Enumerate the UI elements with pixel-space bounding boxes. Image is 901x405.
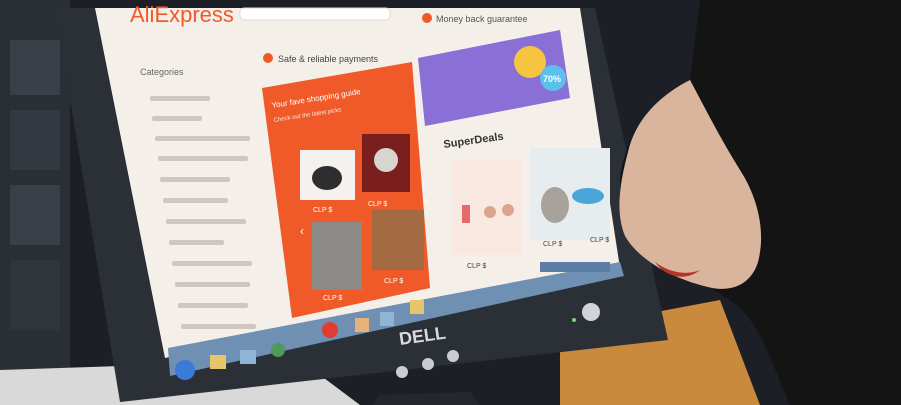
app-icon[interactable] <box>380 312 394 326</box>
watch-face <box>374 148 398 172</box>
system-tray <box>540 262 610 272</box>
cosmetic-jar <box>484 206 496 218</box>
sidebar-item <box>169 240 224 245</box>
app-icon[interactable] <box>410 300 424 314</box>
shield-icon <box>263 53 273 63</box>
left-shelf-block <box>10 110 60 170</box>
sidebar-item <box>166 219 246 224</box>
app-icon[interactable] <box>355 318 369 332</box>
cat-figure <box>541 187 569 223</box>
price-tag: CLP $ <box>368 201 387 208</box>
left-shelf-block <box>10 185 60 245</box>
price-tag: CLP $ <box>467 263 486 270</box>
sidebar-item <box>155 136 250 141</box>
sidebar-item <box>158 156 248 161</box>
shield-icon <box>422 13 432 23</box>
monitor-button[interactable] <box>447 350 459 362</box>
price-tag: CLP $ <box>590 237 609 244</box>
sidebar-item <box>163 198 228 203</box>
cosmetic-jar <box>502 204 514 216</box>
sidebar-item <box>178 303 248 308</box>
power-button[interactable] <box>582 303 600 321</box>
price-tag: CLP $ <box>313 207 332 214</box>
sidebar-title: Categories <box>140 67 184 77</box>
earbuds-case <box>312 166 342 190</box>
site-search-bar <box>239 7 391 21</box>
photo-scene: AliExpress Money back guarantee Categori… <box>0 0 901 405</box>
sidebar-item <box>152 116 202 121</box>
sidebar-item <box>181 324 256 329</box>
chevron-right-icon[interactable]: › <box>423 193 427 207</box>
monitor-button[interactable] <box>422 358 434 370</box>
monitor-button[interactable] <box>396 366 408 378</box>
banner-safe-payments: Safe & reliable payments <box>278 54 379 64</box>
folder-icon[interactable] <box>210 355 226 369</box>
media-icon[interactable] <box>240 350 256 364</box>
left-shelf-block <box>10 40 60 95</box>
power-led <box>572 318 576 322</box>
product-wallet[interactable] <box>372 210 424 270</box>
banner-money-back: Money back guarantee <box>436 14 528 24</box>
price-tag: CLP $ <box>384 278 403 285</box>
aliexpress-logo: AliExpress <box>130 2 234 27</box>
sidebar-item <box>172 261 252 266</box>
left-shelf-block <box>10 260 60 330</box>
app-icon[interactable] <box>271 343 285 357</box>
start-button-icon[interactable] <box>175 360 195 380</box>
cosmetic-bottle <box>462 205 470 223</box>
price-tag: CLP $ <box>323 295 342 302</box>
price-tag: CLP $ <box>543 241 562 248</box>
discount-badge-text: 70% <box>543 74 561 84</box>
sidebar-item <box>175 282 250 287</box>
chrome-icon[interactable] <box>322 322 338 338</box>
sidebar-item <box>150 96 210 101</box>
sidebar-item <box>160 177 230 182</box>
chevron-left-icon[interactable]: ‹ <box>300 224 304 238</box>
pet-bowl <box>572 188 604 204</box>
photo-canvas: AliExpress Money back guarantee Categori… <box>0 0 901 405</box>
product-drawer-organizer[interactable] <box>312 222 362 290</box>
